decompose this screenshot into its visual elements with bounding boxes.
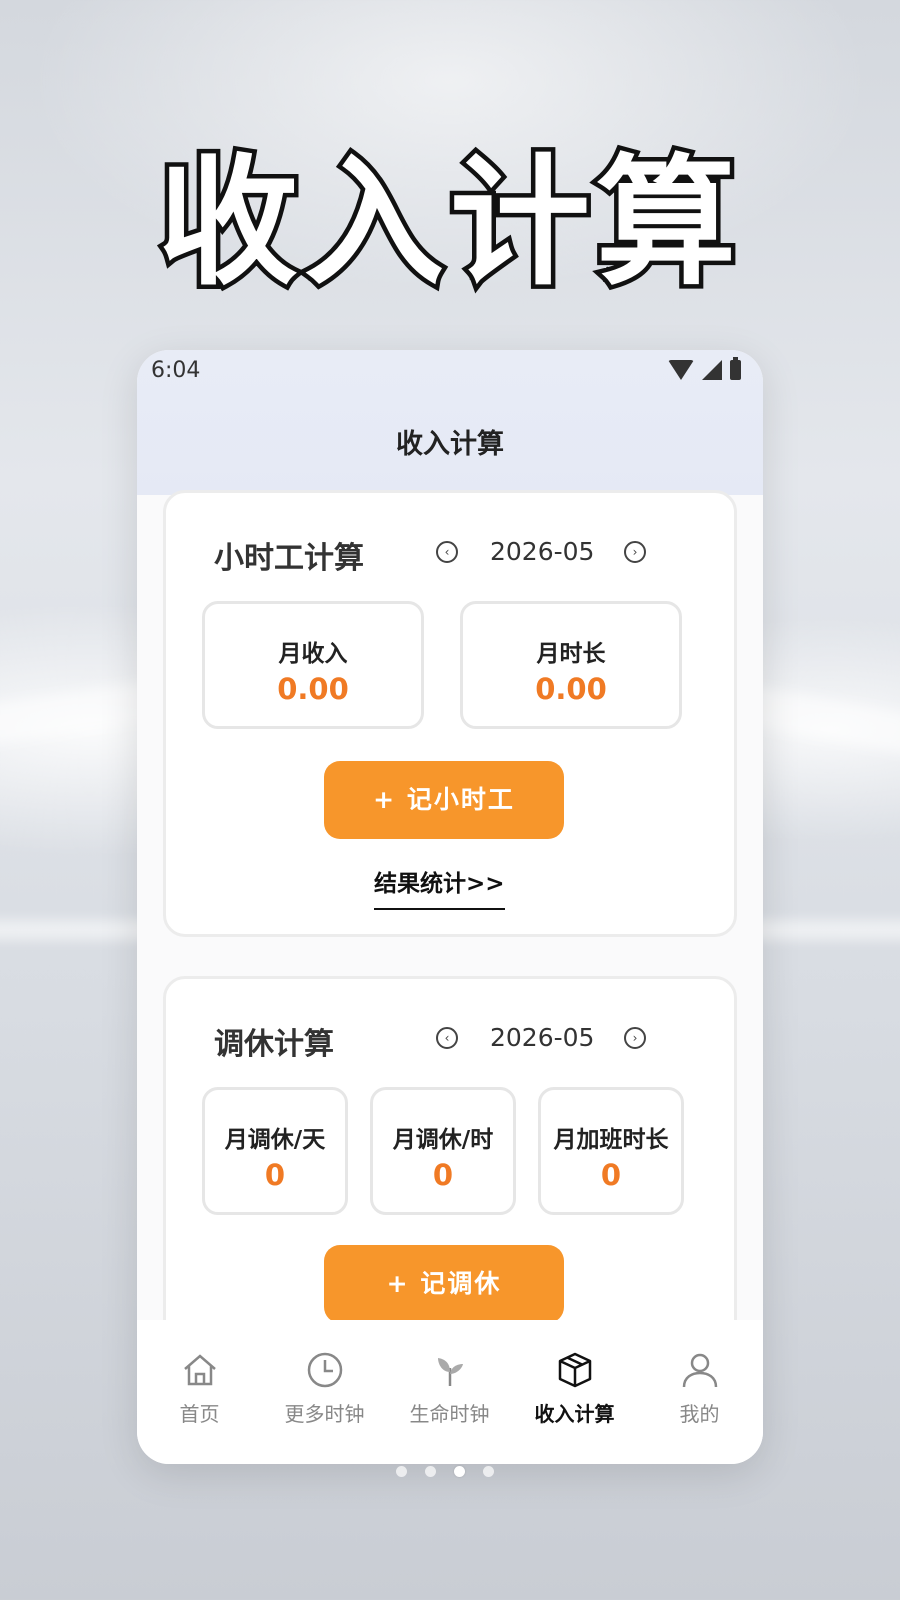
stat-value: 0.00 <box>535 672 607 706</box>
wifi-icon <box>668 360 694 380</box>
tab-income-calc[interactable]: 收入计算 <box>512 1320 637 1427</box>
hourly-card: 小时工计算 ‹ 2026-05 › 月收入 0.00 月时长 0.00 + 记小… <box>163 490 737 937</box>
add-hourly-button[interactable]: + 记小时工 <box>324 761 564 839</box>
tab-label: 收入计算 <box>534 1402 615 1426</box>
tab-label: 生命时钟 <box>409 1402 490 1426</box>
stat-label: 月收入 <box>278 641 348 667</box>
tab-label: 更多时钟 <box>284 1402 365 1426</box>
next-month-button[interactable]: › <box>624 1027 646 1049</box>
next-month-button[interactable]: › <box>624 541 646 563</box>
prev-month-button[interactable]: ‹ <box>436 1027 458 1049</box>
page-dot-active <box>454 1466 465 1477</box>
status-time: 6:04 <box>151 358 201 383</box>
stat-monthly-income: 月收入 0.00 <box>202 601 424 729</box>
stat-label: 月时长 <box>536 641 606 667</box>
leave-card-title: 调休计算 <box>214 1027 334 1062</box>
status-icons <box>668 357 741 380</box>
sprout-icon <box>437 1358 463 1386</box>
tab-home[interactable]: 首页 <box>137 1320 262 1427</box>
page-title: 收入计算 <box>396 429 504 460</box>
page-dot <box>396 1466 407 1477</box>
page-indicator <box>396 1466 494 1477</box>
stats-link[interactable]: 结果统计>> <box>374 864 505 910</box>
stat-value: 0 <box>264 1158 286 1192</box>
tab-profile[interactable]: 我的 <box>637 1320 762 1427</box>
month-label: 2026-05 <box>490 1023 595 1052</box>
hourly-card-title: 小时工计算 <box>214 541 364 576</box>
signal-icon <box>702 360 722 380</box>
phone-screen: 6:04 收入计算 小时工计算 ‹ 2026-05 › 月收入 0.00 月时长… <box>137 350 763 1464</box>
tab-label: 我的 <box>679 1402 720 1426</box>
box-icon <box>558 1352 591 1388</box>
background-streak <box>740 920 900 940</box>
stat-monthly-hours: 月时长 0.00 <box>460 601 682 729</box>
stat-leave-days: 月调休/天 0 <box>202 1087 348 1215</box>
stat-overtime-hours: 月加班时长 0 <box>538 1087 684 1215</box>
stat-value: 0.00 <box>277 672 349 706</box>
tab-more-clocks[interactable]: 更多时钟 <box>262 1320 387 1427</box>
stat-value: 0 <box>600 1158 622 1192</box>
bottom-tab-bar: 首页 更多时钟 生命时钟 收入计算 我的 <box>137 1320 763 1464</box>
page-dot <box>483 1466 494 1477</box>
promo-title: 收入计算 <box>153 138 742 310</box>
stat-leave-hours: 月调休/时 0 <box>370 1087 516 1215</box>
user-icon <box>682 1353 717 1388</box>
tab-label: 首页 <box>179 1402 220 1426</box>
app-header: 6:04 收入计算 <box>137 350 763 495</box>
prev-month-button[interactable]: ‹ <box>436 541 458 563</box>
add-leave-button[interactable]: + 记调休 <box>324 1245 564 1323</box>
tab-life-clock[interactable]: 生命时钟 <box>387 1320 512 1427</box>
battery-icon <box>730 357 741 380</box>
stat-label: 月调休/天 <box>224 1127 326 1153</box>
page-dot <box>425 1466 436 1477</box>
month-label: 2026-05 <box>490 537 595 566</box>
home-icon <box>183 1354 216 1386</box>
stat-label: 月加班时长 <box>553 1127 669 1153</box>
stat-label: 月调休/时 <box>392 1127 494 1153</box>
stat-value: 0 <box>432 1158 454 1192</box>
clock-icon <box>307 1352 342 1388</box>
